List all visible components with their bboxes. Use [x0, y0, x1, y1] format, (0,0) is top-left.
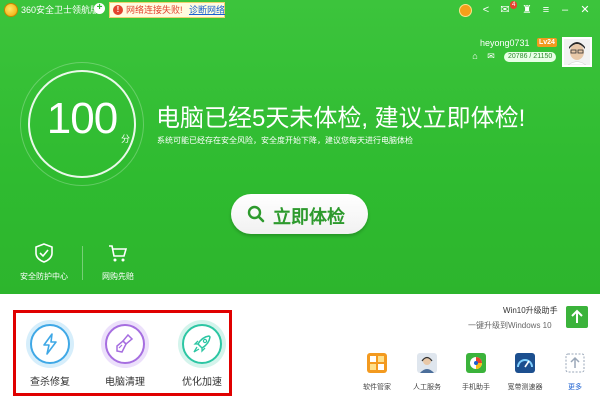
- human-service-icon: [417, 353, 437, 373]
- app-more-label: 更多: [568, 384, 582, 391]
- network-alert-text: 网络连接失败!: [126, 5, 183, 15]
- main-panel: 360安全卫士领航版 + ! 网络连接失败! 诊断网络 < ✉ 4 ♜ ≡ – …: [0, 0, 600, 294]
- avatar[interactable]: [562, 37, 592, 67]
- broom-icon: [116, 333, 134, 353]
- security-center[interactable]: 安全防护中心: [14, 242, 74, 282]
- gift-icon[interactable]: ⌂: [470, 51, 480, 61]
- menu-icon[interactable]: ≡: [539, 3, 553, 17]
- app-mobile-assistant[interactable]: 手机助手: [454, 352, 498, 392]
- medal-icon[interactable]: [459, 4, 472, 17]
- optimize-speed-label: 优化加速: [182, 377, 222, 388]
- speed-test-icon: [515, 353, 535, 373]
- plus-badge-icon[interactable]: +: [94, 3, 105, 14]
- virus-fix-tool[interactable]: 查杀修复: [25, 320, 75, 388]
- mobile-assistant-icon: [466, 353, 486, 373]
- check-now-button[interactable]: 立即体检: [231, 194, 368, 234]
- shopping-guarantee[interactable]: 网购先赔: [88, 242, 148, 282]
- score-ring: 100 分: [28, 70, 136, 178]
- win10-upgrade-subtitle[interactable]: 一键升级到Windows 10: [468, 320, 552, 331]
- check-now-label: 立即体检: [273, 207, 345, 227]
- app-mobile-assistant-label: 手机助手: [462, 384, 490, 391]
- headline: 电脑已经5天未体检, 建议立即体检!: [156, 105, 526, 132]
- close-icon[interactable]: ✕: [578, 3, 592, 17]
- subline: 系统可能已经存在安全风险，安全度开始下降，建议您每天进行电脑体检: [157, 136, 413, 145]
- pc-cleanup-tool[interactable]: 电脑清理: [100, 320, 150, 388]
- pc-cleanup-label: 电脑清理: [105, 377, 145, 388]
- security-center-label: 安全防护中心: [20, 272, 68, 281]
- minimize-icon[interactable]: –: [558, 3, 572, 17]
- app-software-manager-label: 软件管家: [363, 384, 391, 391]
- title-bar: 360安全卫士领航版 + ! 网络连接失败! 诊断网络 < ✉ 4 ♜ ≡ – …: [0, 0, 600, 22]
- avatar-face-icon: [564, 39, 590, 65]
- app-software-manager[interactable]: 软件管家: [355, 352, 399, 392]
- rocket-icon: [193, 335, 211, 353]
- arrow-up-icon: [571, 309, 583, 323]
- app-more[interactable]: 更多: [553, 352, 597, 392]
- shirt-icon[interactable]: ♜: [520, 3, 534, 17]
- diagnose-network-link[interactable]: 诊断网络: [189, 3, 225, 17]
- score-unit: 分: [121, 134, 131, 144]
- share-icon[interactable]: <: [479, 3, 493, 17]
- software-manager-icon: [367, 353, 387, 373]
- virus-fix-label: 查杀修复: [30, 377, 70, 388]
- virus-fix-circle: [26, 320, 74, 368]
- score-value: 100: [46, 94, 118, 143]
- pc-cleanup-circle: [101, 320, 149, 368]
- level-badge: Lv24: [537, 38, 557, 47]
- win10-upgrade-button[interactable]: [566, 306, 588, 328]
- app-human-service[interactable]: 人工服务: [405, 352, 449, 392]
- message-count-badge: 4: [510, 1, 518, 9]
- app-human-service-label: 人工服务: [413, 384, 441, 391]
- username[interactable]: heyong0731: [480, 38, 530, 48]
- optimize-speed-circle: [178, 320, 226, 368]
- more-icon: [565, 353, 585, 373]
- optimize-speed-tool[interactable]: 优化加速: [177, 320, 227, 388]
- lightning-icon: [43, 333, 57, 355]
- warning-icon: !: [113, 5, 123, 15]
- mail-icon[interactable]: ✉: [486, 51, 496, 61]
- app-speed-test-label: 宽带测速器: [507, 384, 543, 391]
- app-logo-icon: [4, 3, 18, 17]
- win10-upgrade-title[interactable]: Win10升级助手: [503, 305, 558, 316]
- search-icon: [247, 205, 265, 223]
- shopping-cart-icon: [109, 245, 128, 262]
- feature-divider: [82, 246, 83, 280]
- app-title: 360安全卫士领航版: [21, 5, 100, 15]
- experience-points: 20786 / 21150: [504, 52, 557, 62]
- app-speed-test[interactable]: 宽带测速器: [503, 352, 547, 392]
- shield-check-icon: [35, 243, 53, 263]
- shopping-guarantee-label: 网购先赔: [102, 272, 134, 281]
- network-alert: ! 网络连接失败! 诊断网络: [109, 2, 225, 18]
